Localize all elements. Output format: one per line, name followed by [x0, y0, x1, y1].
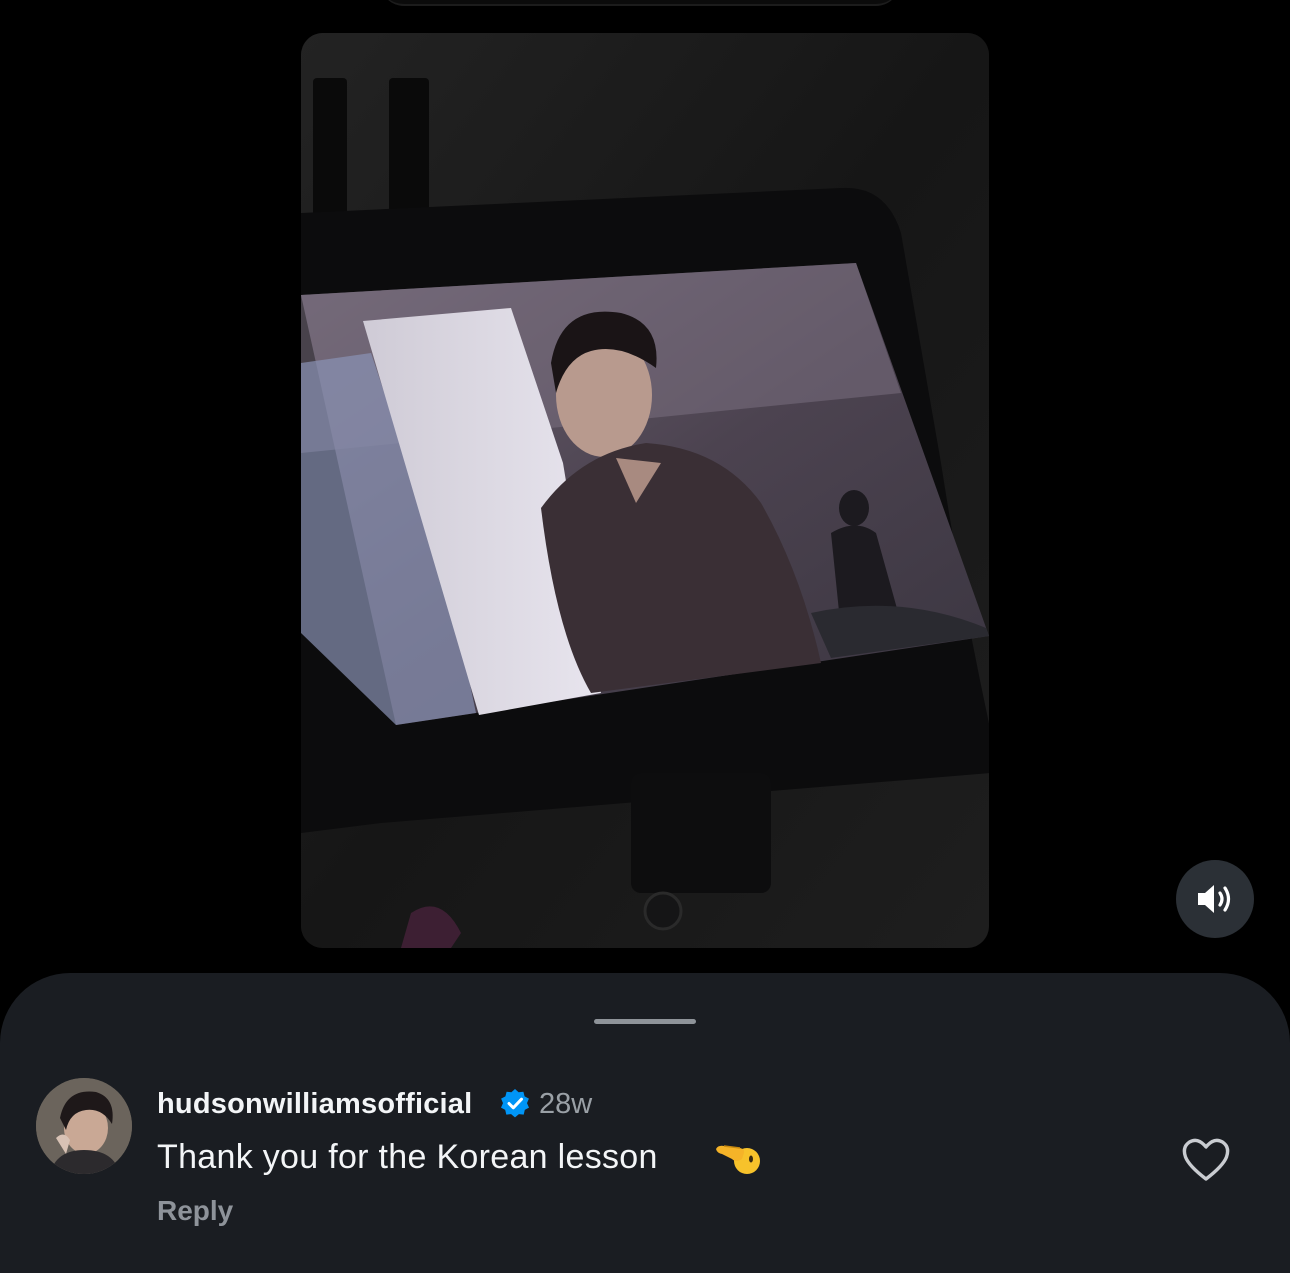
volume-button[interactable] — [1176, 860, 1254, 938]
comment-timestamp: 28w — [539, 1088, 593, 1120]
volume-on-icon — [1198, 885, 1231, 913]
pointing-left-hand-emoji — [716, 1145, 760, 1174]
comment-text: Thank you for the Korean lesson — [157, 1138, 658, 1176]
post-video[interactable] — [301, 33, 989, 948]
comments-sheet: hudsonwilliamsofficial 28w Thank you for… — [0, 973, 1290, 1273]
sheet-grab-handle[interactable] — [594, 1019, 696, 1024]
reply-button[interactable]: Reply — [157, 1194, 233, 1228]
comment-username[interactable]: hudsonwilliamsofficial — [157, 1087, 472, 1121]
avatar[interactable] — [36, 1078, 132, 1174]
previous-sheet-edge — [380, 0, 900, 6]
video-frame-image — [301, 33, 989, 948]
profile-photo — [36, 1078, 132, 1174]
heart-outline-icon[interactable] — [1180, 1136, 1232, 1184]
verified-badge-icon — [501, 1089, 529, 1118]
